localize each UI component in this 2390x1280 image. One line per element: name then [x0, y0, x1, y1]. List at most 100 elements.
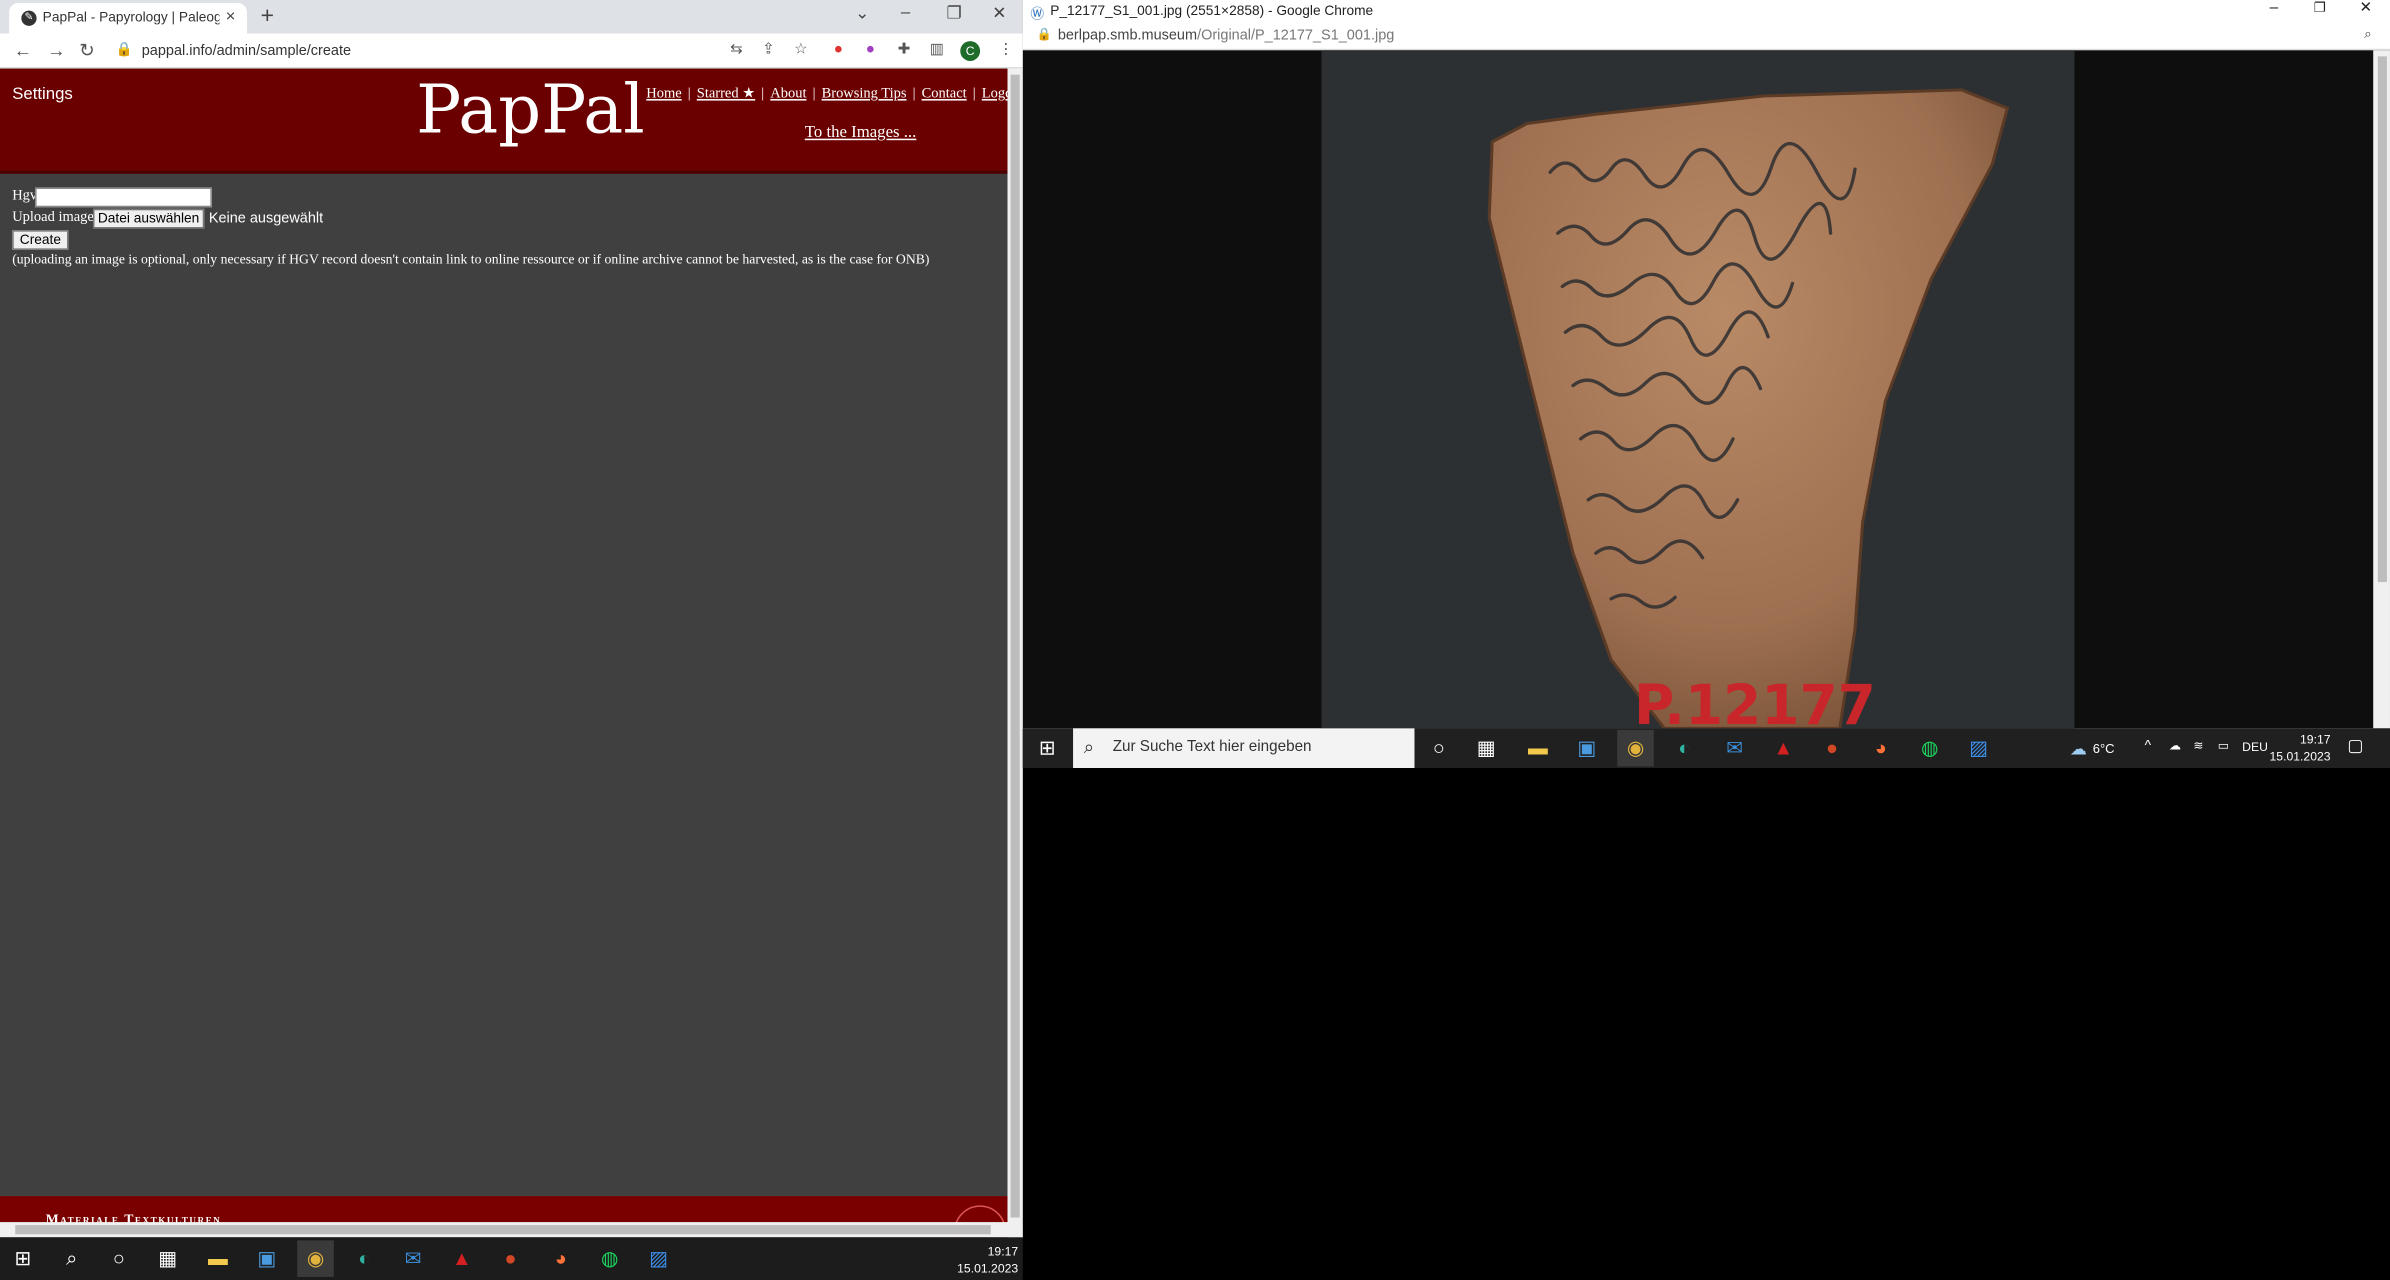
- file-explorer-icon[interactable]: ▬: [200, 1240, 237, 1277]
- menu-kebab-icon[interactable]: ⋮: [998, 41, 1013, 58]
- hscroll-thumb[interactable]: [15, 1225, 991, 1235]
- url-path: /Original/P_12177_S1_001.jpg: [1197, 27, 1395, 45]
- close-window-icon[interactable]: ✕: [992, 3, 1006, 23]
- tray-chevron-icon[interactable]: ^: [2145, 738, 2151, 753]
- nav-starred[interactable]: Starred ★: [697, 87, 755, 102]
- weather-icon[interactable]: ☁: [2070, 739, 2087, 759]
- taskbar-left: ⊞ ⌕ ○ ▦ ▬ ▣ ◉ ◐ ✉ ▲ ● ◕ ◍ ▨ 19:17 15.01.…: [0, 1237, 1023, 1280]
- lock-icon: 🔒: [1036, 27, 1052, 42]
- wifi-icon[interactable]: ≋: [2193, 739, 2203, 753]
- windows-start-icon[interactable]: ⊞: [1029, 730, 1066, 767]
- task-view-icon[interactable]: ▦: [1468, 730, 1505, 767]
- papyrus-image[interactable]: P.12177: [1321, 50, 2075, 729]
- vertical-scrollbar[interactable]: [1007, 68, 1023, 1238]
- taskbar-search-box[interactable]: ⌕ Zur Suche Text hier eingeben: [1073, 728, 1415, 769]
- settings-link[interactable]: Settings: [12, 85, 73, 103]
- minimize-icon[interactable]: –: [901, 3, 910, 21]
- new-tab-icon[interactable]: +: [261, 3, 274, 29]
- cortana-icon[interactable]: ○: [1421, 730, 1458, 767]
- back-icon[interactable]: ←: [14, 40, 32, 61]
- bookmark-star-icon[interactable]: ☆: [794, 41, 808, 58]
- tab-title: PapPal - Papyrology | Paleograph: [42, 9, 220, 25]
- tab-strip: ✎ PapPal - Papyrology | Paleograph × + ⌄…: [0, 0, 1023, 34]
- url-domain: berlpap.smb.museum: [1057, 27, 1198, 45]
- address-bar[interactable]: 🔒 pappal.info/admin/sample/create: [116, 38, 726, 64]
- nav-browsing-tips[interactable]: Browsing Tips: [822, 87, 907, 102]
- browser-toolbar: ← → ↻ 🔒 pappal.info/admin/sample/create …: [0, 33, 1023, 69]
- mail-icon[interactable]: ✉: [395, 1240, 432, 1277]
- mail-icon[interactable]: ✉: [1716, 730, 1753, 767]
- photos-icon[interactable]: ▨: [1960, 730, 1997, 767]
- extensions-puzzle-icon[interactable]: ✚: [898, 41, 911, 58]
- horizontal-scrollbar[interactable]: [0, 1222, 1008, 1238]
- site-logo[interactable]: PapPal: [416, 72, 645, 150]
- file-explorer-icon[interactable]: ▬: [1520, 730, 1557, 767]
- windows-start-icon[interactable]: ⊞: [5, 1240, 42, 1277]
- firefox-icon[interactable]: ◕: [543, 1240, 580, 1277]
- lock-icon: 🔒: [115, 41, 133, 57]
- extension-red-icon[interactable]: ●: [834, 41, 843, 58]
- nav-contact[interactable]: Contact: [922, 87, 967, 102]
- tab-pappal[interactable]: ✎ PapPal - Papyrology | Paleograph ×: [9, 3, 247, 34]
- search-icon[interactable]: ⌕: [53, 1240, 90, 1277]
- hgv-input[interactable]: [35, 187, 212, 208]
- choose-file-button[interactable]: Datei auswählen: [92, 208, 205, 229]
- reload-icon[interactable]: ↻: [79, 40, 94, 61]
- chrome-taskbar-icon[interactable]: ◉: [1617, 729, 1654, 767]
- acrobat-icon[interactable]: ▲: [444, 1240, 481, 1277]
- window-title: P_12177_S1_001.jpg (2551×2858) - Google …: [1050, 3, 1374, 19]
- store-icon[interactable]: ▣: [248, 1240, 285, 1277]
- search-icon: ⌕: [1083, 736, 1094, 758]
- address-bar[interactable]: 🔒 berlpap.smb.museum/Original/P_12177_S1…: [1022, 22, 2390, 51]
- onedrive-icon[interactable]: ☁: [2169, 739, 2181, 753]
- cortana-icon[interactable]: ○: [101, 1240, 138, 1277]
- vscroll-thumb[interactable]: [1010, 74, 1020, 1218]
- extension-purple-icon[interactable]: ●: [866, 41, 875, 58]
- page-content: Settings PapPal Home | Starred ★ | About | Bro…: [0, 68, 1008, 1238]
- site-favicon-icon: ✎: [21, 10, 37, 26]
- nav-logout[interactable]: Logout: [982, 87, 1008, 102]
- spotify-icon[interactable]: ◍: [1911, 730, 1948, 767]
- create-button[interactable]: Create: [12, 230, 69, 250]
- clock-right[interactable]: 19:17 15.01.2023: [2260, 731, 2331, 765]
- spotify-icon[interactable]: ◍: [591, 1240, 628, 1277]
- acrobat-icon[interactable]: ▲: [1765, 730, 1802, 767]
- edge-icon[interactable]: ◐: [1666, 730, 1703, 767]
- image-viewer: P.12177: [1022, 50, 2390, 729]
- photos-icon[interactable]: ▨: [640, 1240, 677, 1277]
- weather-temp[interactable]: 6°C: [2093, 741, 2115, 756]
- firefox-icon[interactable]: ◕: [1863, 730, 1900, 767]
- store-icon[interactable]: ▣: [1568, 730, 1605, 767]
- nav-home[interactable]: Home: [646, 87, 681, 102]
- notifications-icon[interactable]: ▢: [2347, 736, 2363, 756]
- upload-image-label: Upload image: [12, 210, 94, 226]
- nav-about[interactable]: About: [770, 87, 806, 102]
- tab-search-icon[interactable]: ⌄: [855, 3, 869, 23]
- powerpoint-icon[interactable]: ●: [1814, 730, 1851, 767]
- sherd-inventory-label: P.12177: [1634, 673, 1876, 729]
- ostracon-sherd-icon: P.12177: [1487, 88, 2010, 729]
- forward-icon[interactable]: →: [47, 40, 65, 61]
- minimize-icon[interactable]: –: [2270, 0, 2278, 17]
- share-icon[interactable]: ⇪: [762, 41, 775, 58]
- right-vscroll-thumb[interactable]: [2377, 56, 2387, 583]
- edge-icon[interactable]: ◐: [346, 1240, 383, 1277]
- restore-icon[interactable]: ❐: [2314, 0, 2326, 17]
- powerpoint-icon[interactable]: ●: [492, 1240, 529, 1277]
- battery-icon[interactable]: ▭: [2218, 739, 2230, 753]
- close-window-icon[interactable]: ✕: [2360, 0, 2373, 17]
- chrome-taskbar-icon[interactable]: ◉: [297, 1240, 334, 1277]
- tab-close-icon[interactable]: ×: [226, 8, 236, 26]
- to-images-link[interactable]: To the Images ...: [805, 123, 917, 141]
- task-view-icon[interactable]: ▦: [149, 1240, 186, 1277]
- translate-icon[interactable]: ⇆: [730, 41, 743, 58]
- zoom-icon[interactable]: ⌕: [2364, 26, 2372, 43]
- url-text: pappal.info/admin/sample/create: [141, 42, 352, 60]
- profile-avatar[interactable]: C: [960, 41, 981, 61]
- right-vertical-scrollbar[interactable]: [2373, 50, 2390, 729]
- restore-icon[interactable]: ❐: [947, 3, 962, 23]
- side-panel-icon[interactable]: ▥: [930, 41, 944, 58]
- clock-left[interactable]: 19:17 15.01.2023: [930, 1243, 1018, 1277]
- wordpress-icon: Ⓦ: [1030, 6, 1045, 22]
- upload-note: (uploading an image is optional, only ne…: [12, 251, 930, 267]
